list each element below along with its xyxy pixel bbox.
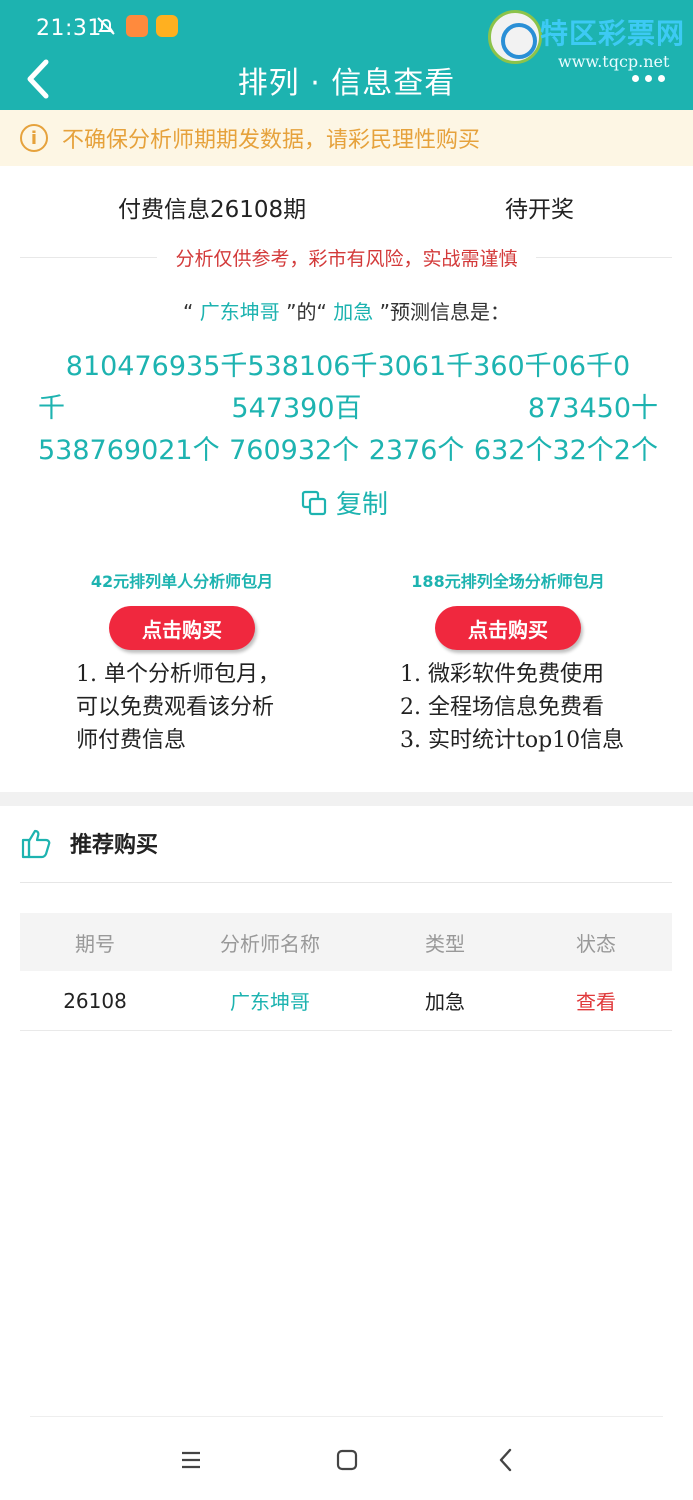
buy-single-button[interactable]: 点击购买 [109, 606, 255, 650]
plan-description: 1. 微彩软件免费使用 2. 全程场信息免费看 3. 实时统计top10信息 [358, 658, 658, 757]
thumbs-up-icon [21, 829, 51, 859]
plan-desc-line: 可以免费观看该分析 [76, 695, 275, 720]
copy-button[interactable]: 复制 [300, 484, 388, 521]
number-text: 538769021个 [38, 435, 220, 466]
plan-title: 42元排列单人分析师包月 [90, 572, 274, 591]
plan-desc-line: 3. 实时统计top10信息 [400, 728, 625, 753]
more-menu-button[interactable] [632, 66, 672, 90]
plan-desc-line: 1. 微彩软件免费使用 [400, 662, 604, 687]
number-text: 2376个 [368, 435, 465, 466]
nav-divider [30, 1416, 663, 1417]
analyst-name[interactable]: 广东坤哥 [200, 300, 280, 324]
divider [20, 882, 672, 883]
cell-issue: 26108 [63, 988, 127, 1013]
number-text: 547390百 [231, 393, 362, 424]
recommend-title: 推荐购买 [70, 833, 159, 858]
section-divider [0, 792, 693, 806]
copy-label: 复制 [336, 490, 389, 520]
number-text: 632个32个2个 [473, 435, 658, 466]
recommend-table: 期号 分析师名称 类型 状态 26108 广东坤哥 加急 查看 [20, 913, 672, 1031]
risk-warning: 分析仅供参考，彩市有风险，实战需谨慎 [0, 244, 693, 271]
home-square-icon [336, 1449, 358, 1471]
view-link[interactable]: 查看 [520, 986, 672, 1015]
buy-all-button[interactable]: 点击购买 [435, 606, 581, 650]
table-header: 期号 分析师名称 类型 状态 [20, 913, 672, 971]
plan-desc-line: 2. 全程场信息免费看 [400, 695, 604, 720]
mute-bell-icon [97, 17, 115, 35]
disclaimer-text: 不确保分析师期期发数据，请彩民理性购买 [62, 128, 481, 153]
watermark-title: 特区彩票网 [540, 17, 686, 50]
number-line: 810476935千538106千3061千360千06千0 [38, 346, 658, 388]
risk-warning-text: 分析仅供参考，彩市有风险，实战需谨慎 [157, 248, 536, 270]
draw-status: 待开奖 [505, 197, 574, 223]
disclaimer-banner: i 不确保分析师期期发数据，请彩民理性购买 [0, 110, 693, 166]
video-app-icon [156, 15, 178, 37]
quote-open: “ [183, 300, 194, 324]
prediction-type: 加急 [333, 300, 374, 324]
app-header: 21:31 特区彩票网 www.tqcp.net 排列 · 信息查看 [0, 0, 693, 110]
plan-title: 188元排列全场分析师包月 [411, 572, 605, 591]
chevron-left-icon [499, 1448, 512, 1472]
app-notification-icon [126, 15, 148, 37]
prediction-caption: “ 广东坤哥 ”的“ 加急 ”预测信息是： [0, 296, 693, 325]
plan-single: 42元排列单人分析师包月 点击购买 1. 单个分析师包月， 可以免费观看该分析 … [32, 568, 332, 757]
number-text: 873450十 [527, 393, 658, 424]
plan-description: 1. 单个分析师包月， 可以免费观看该分析 师付费信息 [32, 658, 332, 757]
number-text: 810476935千538106千3061千360千06千0 [65, 351, 631, 382]
system-back-button[interactable] [486, 1440, 526, 1480]
more-dot-icon [645, 74, 652, 82]
column-header-type: 类型 [425, 931, 465, 956]
caption-middle: ”的“ [286, 300, 327, 324]
page-title: 排列 · 信息查看 [237, 66, 456, 101]
info-circle-icon: i [20, 124, 48, 152]
plan-desc-line: 师付费信息 [76, 728, 187, 753]
recommend-header: 推荐购买 [20, 826, 158, 860]
caption-suffix: ”预测信息是： [379, 300, 510, 324]
number-text: 千 [38, 393, 65, 424]
watermark-emblem [488, 10, 542, 64]
more-dot-icon [632, 74, 639, 82]
home-button[interactable] [327, 1440, 367, 1480]
menu-lines-icon [182, 1451, 200, 1469]
status-icons [94, 14, 178, 38]
column-header-status: 状态 [576, 931, 616, 956]
plan-all: 188元排列全场分析师包月 点击购买 1. 微彩软件免费使用 2. 全程场信息免… [358, 568, 658, 757]
plan-desc-line: 1. 单个分析师包月， [76, 662, 280, 687]
more-dot-icon [658, 74, 665, 82]
copy-icon [301, 490, 327, 515]
cell-analyst-link[interactable]: 广东坤哥 [170, 986, 370, 1015]
number-text: 760932个 [229, 435, 360, 466]
status-time: 21:31 [36, 16, 102, 41]
recent-apps-button[interactable] [171, 1440, 211, 1480]
prediction-numbers: 810476935千538106千3061千360千06千0 千 547390百… [38, 346, 658, 472]
number-line: 538769021个 760932个 2376个 632个32个2个 [38, 430, 658, 472]
paid-info-title: 付费信息26108期 [118, 197, 307, 223]
number-line: 千 547390百 873450十 [38, 388, 658, 430]
table-row[interactable]: 26108 广东坤哥 加急 查看 [20, 971, 672, 1031]
column-header-analyst: 分析师名称 [220, 931, 320, 956]
cell-type: 加急 [425, 990, 465, 1014]
column-header-issue: 期号 [75, 931, 115, 956]
